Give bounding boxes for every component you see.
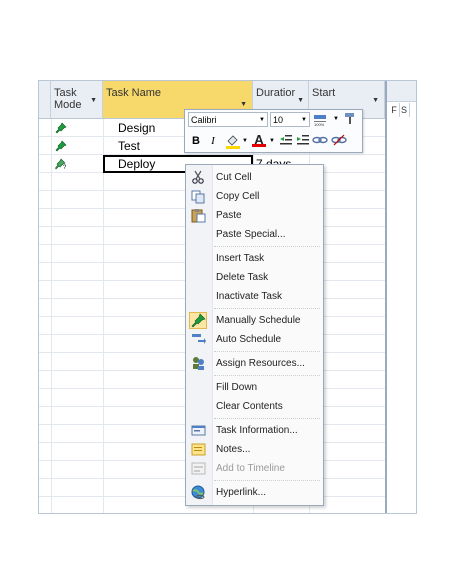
menu-item-label: Auto Schedule [216,334,282,345]
menu-separator [214,308,320,309]
font-name-box[interactable]: Calibri ▼ [188,112,268,127]
col-start-label: Start [312,87,336,99]
unlink-tasks-icon[interactable] [331,133,347,149]
font-name-value: Calibri [191,115,217,125]
menu-separator [214,480,320,481]
menu-item-delete-task[interactable]: Delete Task [186,268,323,287]
mini-toolbar: Calibri ▼ 10 ▼ 100% ▼ B I ▼ A ▼ [184,109,363,153]
font-color-button[interactable]: A [251,132,267,148]
menu-separator [214,246,320,247]
manual-pin-icon [55,122,67,134]
menu-item-paste[interactable]: Paste [186,206,323,225]
row-header-corner [39,81,51,119]
paste-icon [191,209,206,223]
manual-pin-icon [191,313,206,328]
copy-icon [191,190,205,204]
svg-text:100%: 100% [314,122,325,126]
menu-item-label: Clear Contents [216,401,283,412]
menu-separator [214,351,320,352]
chevron-down-icon[interactable]: ▼ [333,116,339,122]
menu-item-label: Copy Cell [216,191,260,202]
fill-color-icon[interactable] [225,133,241,149]
menu-item-label: Add to Timeline [216,463,285,474]
font-size-value: 10 [273,115,284,125]
task-name-cell[interactable]: Test [118,137,140,155]
menu-item-fill-down[interactable]: Fill Down [186,378,323,397]
menu-separator [214,375,320,376]
link-tasks-icon[interactable] [312,133,328,149]
menu-item-manually-schedule[interactable]: Manually Schedule [186,311,323,330]
hyperlink-globe-icon [191,485,205,500]
svg-text:?: ? [63,165,67,170]
timescale-top [387,81,416,102]
menu-item-label: Insert Task [216,253,265,264]
chevron-down-icon[interactable]: ▼ [240,101,247,108]
menu-item-label: Inactivate Task [216,291,282,302]
menu-item-label: Cut Cell [216,172,252,183]
chevron-down-icon[interactable]: ▼ [372,97,379,104]
context-menu: Cut Cell Copy Cell Paste Paste Special..… [185,164,324,506]
menu-item-notes[interactable]: Notes... [186,440,323,459]
chevron-down-icon[interactable]: ▼ [301,113,307,128]
chevron-down-icon[interactable]: ▼ [269,138,275,144]
menu-item-label: Fill Down [216,382,258,393]
chevron-down-icon[interactable]: ▼ [242,138,248,144]
manual-pin-question-icon: ? [55,158,67,170]
auto-schedule-icon [192,334,206,344]
gantt-chart-area: F S [385,81,416,513]
menu-item-hyperlink[interactable]: Hyperlink... [186,483,323,502]
format-painter-icon[interactable] [342,112,358,128]
menu-item-task-information[interactable]: Task Information... [186,421,323,440]
font-color-swatch [252,144,266,147]
resources-icon [193,357,204,370]
menu-item-label: Task Information... [216,425,298,436]
col-duration-label: Duratior [256,87,296,99]
outdent-icon[interactable] [278,133,294,149]
menu-item-insert-task[interactable]: Insert Task [186,249,323,268]
menu-item-auto-schedule[interactable]: Auto Schedule [186,330,323,349]
task-name-cell[interactable]: Deploy [118,155,155,173]
bold-button[interactable]: B [188,133,204,149]
font-size-box[interactable]: 10 ▼ [270,112,310,127]
scissors-icon [192,170,204,184]
italic-button[interactable]: I [205,133,221,149]
manual-pin-icon [55,140,67,152]
menu-item-inactivate-task[interactable]: Inactivate Task [186,287,323,306]
task-name-cell[interactable]: Design [118,119,155,137]
menu-item-add-to-timeline[interactable]: Add to Timeline [186,459,323,478]
menu-separator [214,418,320,419]
menu-item-label: Assign Resources... [216,358,305,369]
menu-item-label: Delete Task [216,272,269,283]
menu-item-copy-cell[interactable]: Copy Cell [186,187,323,206]
col-task-mode-label: Task Mode [54,87,82,111]
col-task-mode[interactable]: Task Mode ▼ [51,81,103,119]
task-information-icon [191,425,206,436]
gantt-bar-style-icon[interactable]: 100% [313,112,329,128]
menu-item-label: Paste Special... [216,229,286,240]
timescale-day-s: S [399,103,410,117]
timeline-icon [191,462,206,475]
menu-item-label: Paste [216,210,242,221]
menu-item-cut-cell[interactable]: Cut Cell [186,168,323,187]
menu-item-label: Hyperlink... [216,487,267,498]
menu-item-clear-contents[interactable]: Clear Contents [186,397,323,416]
chevron-down-icon[interactable]: ▼ [297,97,304,104]
col-task-name-label: Task Name [106,87,162,99]
chevron-down-icon[interactable]: ▼ [90,97,97,104]
menu-item-label: Manually Schedule [216,315,301,326]
notes-icon [191,443,206,456]
indent-icon[interactable] [295,133,311,149]
menu-item-paste-special[interactable]: Paste Special... [186,225,323,244]
menu-item-label: Notes... [216,444,251,455]
chevron-down-icon[interactable]: ▼ [259,113,265,128]
menu-item-assign-resources[interactable]: Assign Resources... [186,354,323,373]
